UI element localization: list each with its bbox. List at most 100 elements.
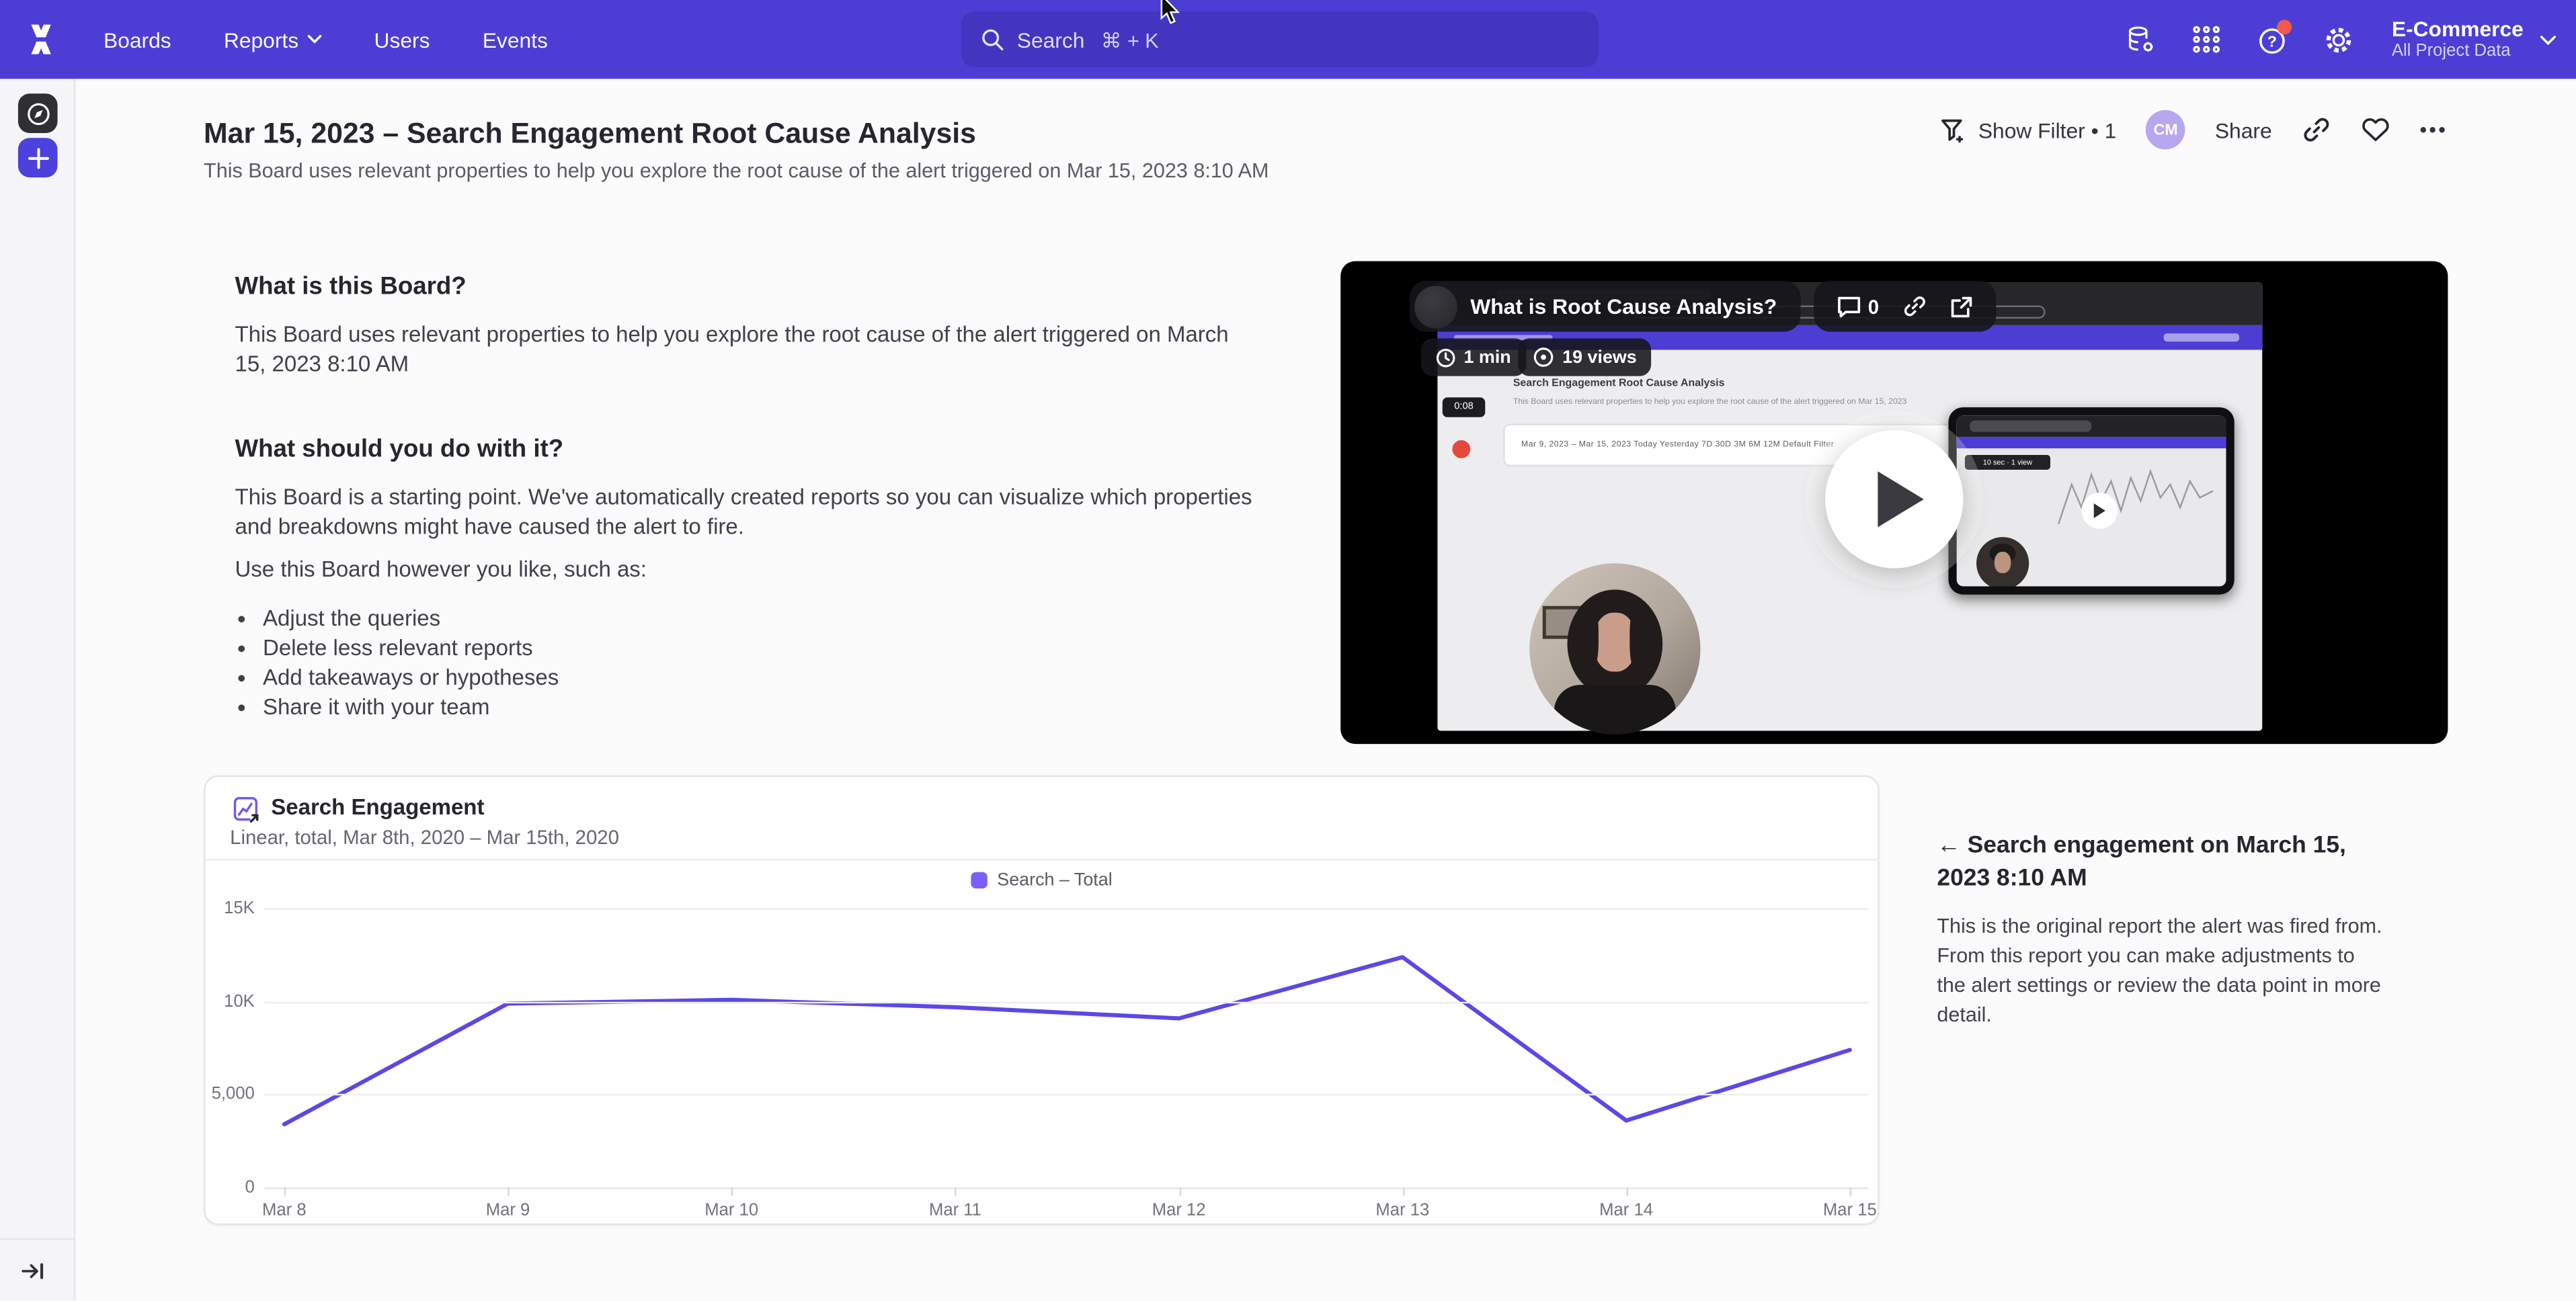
x-axis-tick xyxy=(1850,1187,1851,1195)
search-icon xyxy=(981,28,1004,51)
expand-sidebar-button[interactable] xyxy=(22,1261,44,1281)
x-axis-tick-label: Mar 9 xyxy=(486,1200,530,1220)
project-name: E-Commerce xyxy=(2392,16,2524,41)
data-management-icon[interactable] xyxy=(2126,24,2157,54)
nav-item-users[interactable]: Users xyxy=(374,27,430,52)
gridline xyxy=(264,1095,1867,1096)
nested-video-screen: 10 sec · 1 view xyxy=(1957,415,2226,586)
top-navbar: Boards Reports Users Events Search ⌘ + K xyxy=(0,0,2576,79)
x-axis-tick-label: Mar 15 xyxy=(1823,1200,1877,1220)
nav-item-events[interactable]: Events xyxy=(483,27,548,52)
video-duration: 1 min xyxy=(1464,347,1511,367)
play-icon xyxy=(2093,503,2107,519)
gridline xyxy=(264,909,1867,911)
y-axis-tick-label: 0 xyxy=(245,1177,255,1197)
expand-sidebar-icon xyxy=(22,1261,44,1281)
video-title-pill[interactable]: What is Root Cause Analysis? xyxy=(1410,281,1800,332)
board-actions: Show Filter • 1 CM Share ••• xyxy=(1941,108,2448,151)
presenter-hair-strand xyxy=(1584,606,1599,669)
legend-label: Search – Total xyxy=(997,870,1112,890)
nested-play-button[interactable] xyxy=(2081,493,2118,529)
nav-item-boards[interactable]: Boards xyxy=(104,27,171,52)
create-new-button[interactable] xyxy=(18,138,58,177)
share-button[interactable]: Share xyxy=(2215,118,2272,142)
list-item: Delete less relevant reports xyxy=(263,634,559,663)
avatar[interactable]: CM xyxy=(2146,110,2185,150)
left-rail xyxy=(0,79,75,1300)
clock-icon xyxy=(1436,347,1455,367)
filter-icon xyxy=(1941,118,1967,142)
x-axis-tick-label: Mar 11 xyxy=(929,1200,981,1220)
x-axis-tick-label: Mar 8 xyxy=(262,1200,307,1220)
video-comments-button[interactable]: 0 xyxy=(1837,295,1879,318)
nav-links: Boards Reports Users Events xyxy=(104,0,548,79)
plus-icon xyxy=(27,147,48,169)
video-open-external-icon[interactable] xyxy=(1949,295,1972,318)
nested-title-bar xyxy=(1957,415,2226,437)
chart-y-axis: 05,00010K15K xyxy=(205,777,254,1227)
annotation-section: ← Search engagement on March 15, 2023 8:… xyxy=(1937,829,2384,1030)
intro-heading-2: What should you do with it? xyxy=(235,435,563,464)
presenter-body xyxy=(1554,685,1676,734)
x-axis-tick xyxy=(1626,1187,1627,1195)
intro-heading-1: What is this Board? xyxy=(235,273,466,301)
intro-para-1: This Board uses relevant properties to h… xyxy=(235,321,1234,380)
x-axis-tick xyxy=(1179,1187,1180,1195)
chevron-down-icon xyxy=(2540,34,2556,45)
help-icon[interactable]: ? xyxy=(2257,24,2288,54)
x-axis-tick xyxy=(731,1187,733,1195)
intro-bullet-list: Adjust the queries Delete less relevant … xyxy=(235,604,559,722)
show-filter-button[interactable]: Show Filter • 1 xyxy=(1941,118,2117,142)
compass-icon xyxy=(26,101,50,126)
settings-gear-icon[interactable] xyxy=(2323,24,2353,54)
annotation-body: This is the original report the alert wa… xyxy=(1937,911,2384,1030)
chevron-down-icon xyxy=(307,34,321,44)
x-axis-tick xyxy=(284,1187,286,1195)
thumb-nav-project xyxy=(2164,333,2239,341)
explore-boards-button[interactable] xyxy=(18,93,58,133)
project-scope: All Project Data xyxy=(2392,41,2524,62)
page-title: Mar 15, 2023 – Search Engagement Root Ca… xyxy=(204,117,976,151)
play-icon xyxy=(1876,470,1925,529)
legend-swatch xyxy=(971,872,987,888)
video-comment-count: 0 xyxy=(1868,295,1879,318)
nested-video-frame: 10 sec · 1 view xyxy=(1948,407,2234,595)
more-menu-button[interactable]: ••• xyxy=(2420,118,2448,141)
y-axis-tick-label: 10K xyxy=(224,992,255,1011)
favorite-heart-icon[interactable] xyxy=(2361,115,2390,144)
search-placeholder: Search xyxy=(1017,27,1085,52)
chart-series-line xyxy=(284,957,1850,1124)
video-views: 19 views xyxy=(1562,347,1637,367)
nav-item-reports[interactable]: Reports xyxy=(224,27,321,52)
report-subtitle: Linear, total, Mar 8th, 2020 – Mar 15th,… xyxy=(230,826,619,849)
x-axis-tick-label: Mar 14 xyxy=(1599,1200,1653,1220)
video-copy-link-icon[interactable] xyxy=(1902,294,1927,319)
presenter-hair-strand xyxy=(1629,606,1646,672)
search-shortcut: ⌘ + K xyxy=(1101,27,1159,52)
thumb-page-title: Search Engagement Root Cause Analysis xyxy=(1513,378,1725,389)
nested-webcam-bubble xyxy=(1976,537,2029,586)
copy-link-icon[interactable] xyxy=(2302,115,2331,144)
report-title[interactable]: Search Engagement xyxy=(271,795,484,820)
rail-divider xyxy=(0,1239,75,1240)
intro-para-3: Use this Board however you like, such as… xyxy=(235,555,647,585)
play-button[interactable] xyxy=(1825,430,1963,568)
nested-purple-navbar xyxy=(1957,437,2226,448)
card-divider xyxy=(205,859,1878,860)
svg-text:?: ? xyxy=(2267,32,2276,49)
video-actions-pill: 0 xyxy=(1814,281,1996,332)
search-input[interactable]: Search ⌘ + K xyxy=(961,11,1599,67)
x-axis-tick-label: Mar 12 xyxy=(1152,1200,1206,1220)
mixpanel-logo[interactable] xyxy=(25,23,58,56)
project-switcher[interactable]: E-Commerce All Project Data xyxy=(2392,16,2557,62)
chart-plot-area: Mar 8Mar 9Mar 10Mar 11Mar 12Mar 13Mar 14… xyxy=(264,888,1867,1187)
thumb-page-subtitle: This Board uses relevant properties to h… xyxy=(1513,397,1907,407)
chart-legend[interactable]: Search – Total xyxy=(205,870,1878,890)
x-axis-tick-label: Mar 10 xyxy=(705,1200,758,1220)
apps-grid-icon[interactable] xyxy=(2191,24,2222,54)
notification-badge xyxy=(2277,19,2292,34)
recording-stop-button xyxy=(1452,440,1470,458)
video-views-badge: 19 views xyxy=(1518,338,1652,376)
gridline xyxy=(264,1002,1867,1003)
video-player[interactable]: Search Engagement Root Cause Analysis Th… xyxy=(1340,261,2448,745)
